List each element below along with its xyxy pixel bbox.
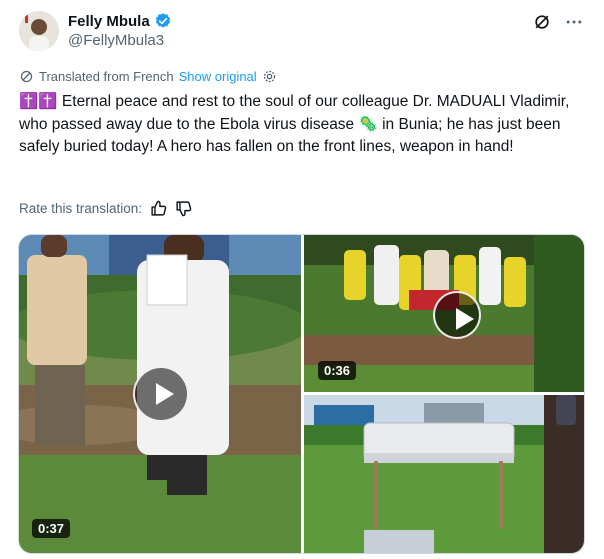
video-1[interactable]: 0:37 xyxy=(19,235,301,553)
thumbs-down-icon[interactable] xyxy=(175,200,192,217)
rate-label: Rate this translation: xyxy=(19,201,143,216)
video-2[interactable]: 0:36 xyxy=(304,235,584,392)
rate-translation: Rate this translation: xyxy=(19,200,192,217)
verified-badge-icon xyxy=(155,13,170,28)
author-name[interactable]: Felly Mbula xyxy=(68,13,150,30)
video-2-duration: 0:36 xyxy=(318,361,357,380)
top-actions xyxy=(532,12,584,32)
play-button-1[interactable] xyxy=(133,366,189,422)
translation-bar: Translated from French Show original xyxy=(19,69,277,84)
tweet-body: Eternal peace and rest to the soul of ou… xyxy=(19,93,570,155)
tweet-text: ✝️✝️ Eternal peace and rest to the soul … xyxy=(19,91,589,159)
media-grid: 0:37 0:36 xyxy=(18,234,585,554)
author-name-row[interactable]: Felly Mbula xyxy=(68,12,172,30)
show-original-link[interactable]: Show original xyxy=(179,69,257,84)
photo-coffin-image xyxy=(304,395,584,553)
avatar[interactable] xyxy=(19,11,59,51)
play-button-2[interactable] xyxy=(433,291,481,339)
translate-icon xyxy=(20,70,33,83)
video-1-duration: 0:37 xyxy=(32,519,71,538)
author-handle[interactable]: @FellyMbula3 xyxy=(68,32,164,49)
cross-emoji: ✝️✝️ xyxy=(19,93,58,110)
settings-gear-icon[interactable] xyxy=(262,69,277,84)
translation-note: Translated from French xyxy=(39,69,174,84)
grok-icon[interactable] xyxy=(532,12,552,32)
photo-coffin[interactable] xyxy=(304,395,584,553)
thumbs-up-icon[interactable] xyxy=(150,200,167,217)
more-options-icon[interactable] xyxy=(564,12,584,32)
